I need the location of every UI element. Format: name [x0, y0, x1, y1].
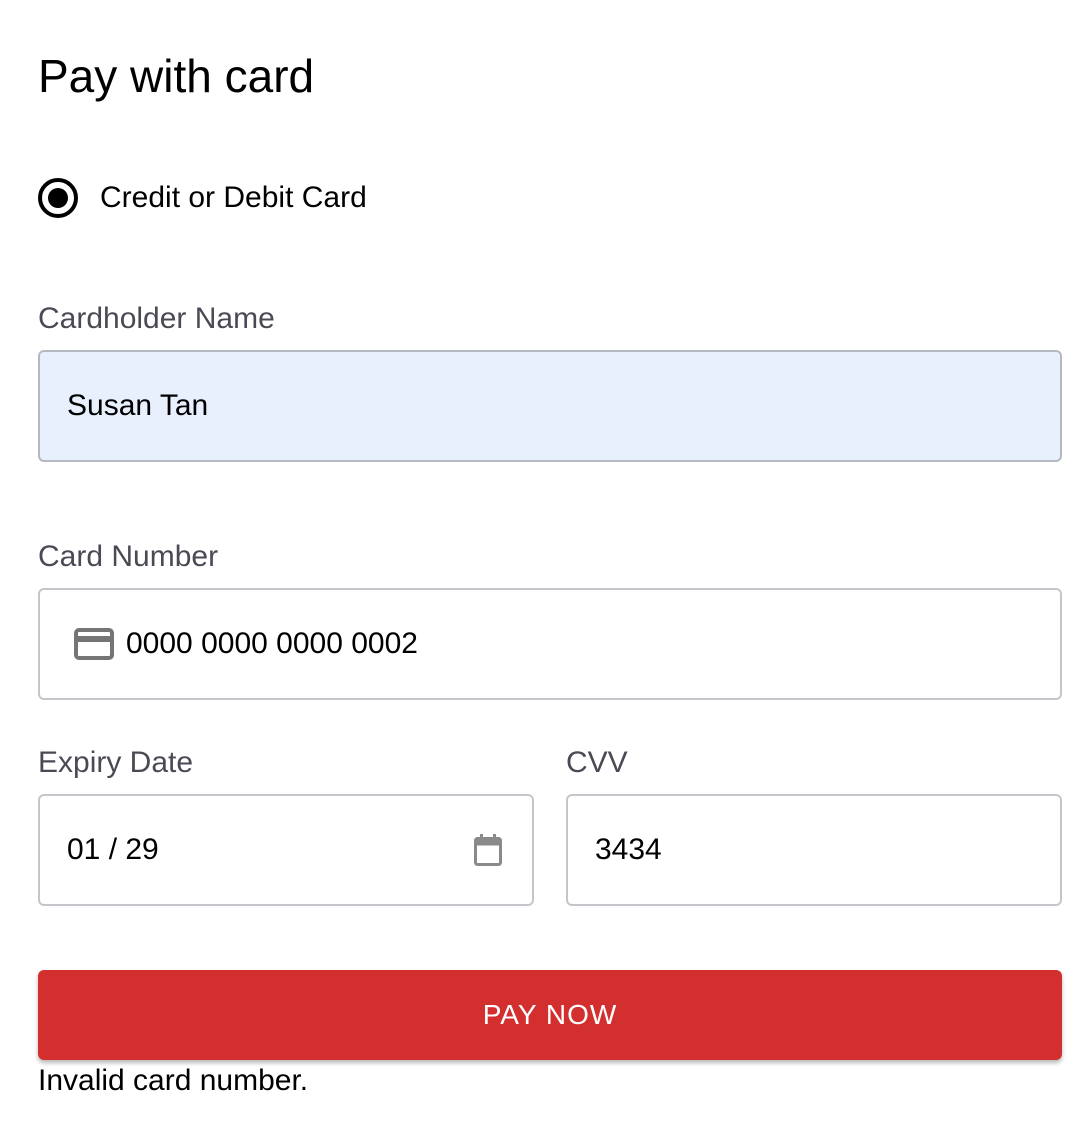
cvv-field[interactable]: 3434: [566, 794, 1062, 906]
error-message: Invalid card number.: [38, 1064, 309, 1097]
expiry-date-value: 01 / 29: [67, 833, 159, 866]
cvv-label: CVV: [566, 746, 628, 779]
cardholder-name-label: Cardholder Name: [38, 302, 275, 335]
expiry-date-label: Expiry Date: [38, 746, 194, 779]
payment-method-radio[interactable]: [38, 178, 78, 218]
payment-method-option[interactable]: Credit or Debit Card: [38, 177, 367, 219]
cardholder-name-field[interactable]: Susan Tan: [38, 350, 1062, 462]
payment-method-label[interactable]: Credit or Debit Card: [100, 181, 367, 215]
radio-selected-dot: [48, 188, 68, 208]
page-title: Pay with card: [38, 50, 315, 102]
card-number-label: Card Number: [38, 540, 219, 573]
calendar-icon[interactable]: [474, 834, 502, 866]
card-number-field[interactable]: 0000 0000 0000 0002: [38, 588, 1062, 700]
cvv-value: 3434: [595, 833, 662, 866]
pay-now-button[interactable]: PAY NOW: [38, 970, 1062, 1060]
cardholder-name-value: Susan Tan: [67, 389, 209, 422]
credit-card-icon: [74, 628, 114, 660]
expiry-date-field[interactable]: 01 / 29: [38, 794, 534, 906]
card-number-value: 0000 0000 0000 0002: [126, 627, 418, 660]
